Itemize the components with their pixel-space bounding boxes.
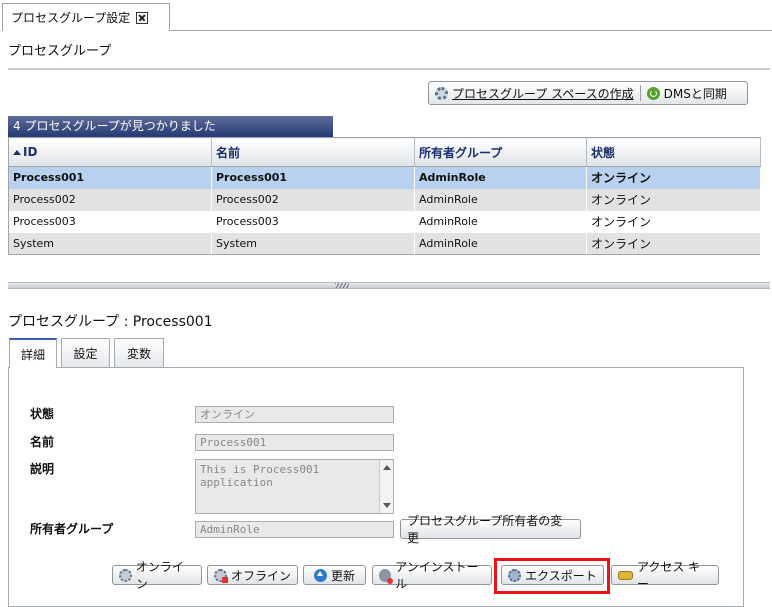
table-row[interactable]: Process001 Process001 AdminRole オンライン [8, 166, 761, 189]
column-header-status[interactable]: 状態 [586, 137, 761, 167]
column-header-owner-group[interactable]: 所有者グループ [414, 137, 587, 167]
cell-id: Process003 [8, 210, 212, 233]
sync-dms-label: DMSと同期 [663, 86, 727, 101]
cell-id: System [8, 232, 212, 255]
section-divider [8, 68, 770, 70]
cell-id: Process001 [8, 166, 212, 189]
tab-process-group-settings[interactable]: プロセスグループ設定 [2, 3, 170, 31]
column-header-name[interactable]: 名前 [211, 137, 415, 167]
description-textarea[interactable]: This is Process001 application [195, 459, 394, 514]
sync-icon [646, 86, 660, 100]
owner-group-label: 所有者グループ [30, 522, 114, 536]
gear-icon [435, 86, 448, 100]
owner-group-field: AdminRole [195, 521, 394, 538]
key-icon [618, 570, 633, 580]
uninstall-button[interactable]: アンインストール [372, 560, 492, 591]
table-row[interactable]: System System AdminRole オンライン [8, 232, 761, 255]
column-header-id[interactable]: ID [8, 137, 212, 167]
online-button[interactable]: オンライン [112, 560, 202, 591]
cell-id: Process002 [8, 188, 212, 211]
cell-status: オンライン [586, 188, 761, 211]
change-owner-button[interactable]: プロセスグループ所有者の変更 [400, 514, 581, 545]
status-label: 状態 [30, 407, 55, 421]
process-group-table: ID 名前 所有者グループ 状態 Process001 Process001 A… [8, 137, 761, 255]
cell-name: Process003 [211, 210, 415, 233]
sort-ascending-icon [13, 150, 21, 155]
refresh-icon [313, 568, 327, 582]
splitter[interactable] [8, 282, 770, 289]
detail-title: プロセスグループ : Process001 [8, 314, 213, 330]
create-space-button[interactable]: プロセスグループ スペースの作成 [429, 82, 640, 104]
sync-dms-button[interactable]: DMSと同期 [641, 82, 733, 104]
cell-name: System [211, 232, 415, 255]
refresh-button[interactable]: 更新 [303, 565, 366, 585]
cell-name: Process001 [211, 166, 415, 189]
description-scrollbar[interactable] [379, 460, 393, 513]
close-icon[interactable] [136, 11, 149, 24]
toolbar: プロセスグループ スペースの作成 DMSと同期 [428, 81, 748, 105]
tab-settings[interactable]: 設定 [61, 338, 110, 367]
splitter-grip-icon[interactable] [335, 283, 349, 288]
table-caption: 4 プロセスグループが見つかりました [8, 116, 333, 137]
section-title: プロセスグループ [8, 44, 112, 59]
cell-owner: AdminRole [414, 166, 587, 189]
offline-button[interactable]: オフライン [207, 565, 298, 585]
tab-details[interactable]: 詳細 [9, 338, 57, 368]
cell-status: オンライン [586, 166, 761, 189]
online-gear-icon [119, 568, 132, 582]
tab-label: プロセスグループ設定 [11, 11, 131, 25]
name-label: 名前 [30, 435, 55, 449]
uninstall-icon [379, 568, 394, 584]
name-field: Process001 [195, 434, 394, 451]
offline-gear-icon [214, 568, 228, 583]
tab-strip-divider [170, 30, 772, 31]
access-key-button[interactable]: アクセス キー [611, 560, 719, 591]
cell-name: Process002 [211, 188, 415, 211]
table-row[interactable]: Process002 Process002 AdminRole オンライン [8, 188, 761, 211]
export-highlight-annotation [494, 558, 610, 594]
create-space-label: プロセスグループ スペースの作成 [452, 86, 634, 101]
cell-owner: AdminRole [414, 210, 587, 233]
cell-status: オンライン [586, 232, 761, 255]
description-label: 説明 [30, 462, 55, 476]
cell-owner: AdminRole [414, 188, 587, 211]
status-field: オンライン [195, 406, 394, 423]
tab-variables[interactable]: 変数 [114, 338, 164, 367]
cell-status: オンライン [586, 210, 761, 233]
cell-owner: AdminRole [414, 232, 587, 255]
table-row[interactable]: Process003 Process003 AdminRole オンライン [8, 210, 761, 233]
